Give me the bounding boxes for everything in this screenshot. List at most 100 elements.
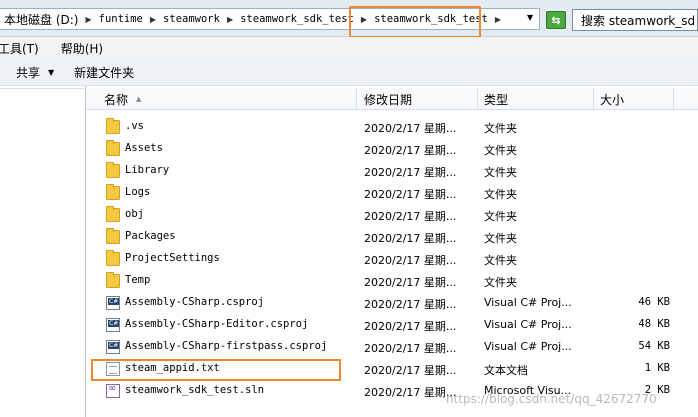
file-name: Temp [125,274,151,286]
column-header-type[interactable]: 类型 [478,88,594,110]
file-date: 2020/2/17 星期... [364,342,457,355]
chevron-right-icon[interactable]: ▶ [492,15,504,24]
file-type: Visual C# Proj... [484,318,572,331]
current-folder-highlight [349,6,481,38]
file-size: 48 KB [638,318,670,330]
file-row[interactable]: Logs 2020/2/17 星期... 文件夹 [86,182,698,204]
file-date: 2020/2/17 星期... [364,320,457,333]
file-date: 2020/2/17 星期... [364,166,457,179]
file-type: 文件夹 [484,144,517,157]
new-folder-label: 新建文件夹 [74,65,135,80]
file-size: 1 KB [644,362,670,374]
crumb-sdk-test-parent[interactable]: steamwork_sdk_test [236,13,358,25]
column-size-label: 大小 [600,92,625,107]
folder-icon [106,162,120,178]
file-type: Visual C# Proj... [484,340,572,353]
file-row[interactable]: Temp 2020/2/17 星期... 文件夹 [86,270,698,292]
column-header-date[interactable]: 修改日期 [358,88,478,110]
file-name: Assets [125,142,163,154]
chevron-right-icon[interactable]: ▶ [82,15,94,24]
file-name: Assembly-CSharp-firstpass.csproj [125,340,328,352]
menu-help[interactable]: 帮助(H) [61,40,115,57]
file-row[interactable]: .vs 2020/2/17 星期... 文件夹 [86,116,698,138]
file-date: 2020/2/17 星期... [364,210,457,223]
file-date: 2020/2/17 星期... [364,364,457,377]
new-folder-button[interactable]: 新建文件夹 [54,64,134,81]
file-date: 2020/2/17 星期... [364,276,457,289]
crumb-steamwork[interactable]: steamwork [159,13,224,25]
folder-icon [106,184,120,200]
refresh-button[interactable]: ⇆ [546,11,566,29]
csproj-icon [106,318,120,332]
search-input[interactable]: 搜索 steamwork_sd [572,9,698,31]
file-size: 54 KB [638,340,670,352]
crumb-funtime[interactable]: funtime [95,13,147,25]
file-type: 文件夹 [484,188,517,201]
file-name: Assembly-CSharp-Editor.csproj [125,318,309,330]
column-type-label: 类型 [484,92,509,107]
sort-ascending-icon: ▲ [136,95,142,103]
file-date: 2020/2/17 星期... [364,122,457,135]
folder-icon [106,140,120,156]
folder-icon [106,206,120,222]
file-row[interactable]: ProjectSettings 2020/2/17 星期... 文件夹 [86,248,698,270]
file-type: 文件夹 [484,210,517,223]
column-header-row: 名称 ▲ 修改日期 类型 大小 [86,88,698,110]
folder-icon [106,118,120,134]
file-name: .vs [125,120,144,132]
file-type: 文件夹 [484,254,517,267]
file-type: Visual C# Proj... [484,296,572,309]
file-name: obj [125,208,144,220]
nav-divider [0,88,86,89]
file-type: 文件夹 [484,122,517,135]
chevron-right-icon[interactable]: ▶ [147,15,159,24]
folder-icon [106,250,120,266]
file-type: 文件夹 [484,276,517,289]
watermark: https://blog.csdn.net/qq_42672770 [446,392,657,406]
file-name: steamwork_sdk_test.sln [125,384,265,396]
column-date-label: 修改日期 [364,92,413,107]
column-header-size[interactable]: 大小 [594,88,674,110]
command-bar: 共享 ▼ 新建文件夹 [0,59,698,86]
file-name: ProjectSettings [125,252,220,264]
share-button[interactable]: 共享 ▼ [0,64,54,81]
file-type: 文本文档 [484,364,528,377]
file-name: Assembly-CSharp.csproj [125,296,265,308]
file-type: 文件夹 [484,232,517,245]
folder-icon [106,272,120,288]
file-date: 2020/2/17 星期... [364,188,457,201]
file-row[interactable]: Library 2020/2/17 星期... 文件夹 [86,160,698,182]
crumb-drive[interactable]: 本地磁盘 (D:) [0,11,82,28]
selected-file-highlight [91,359,341,381]
file-row[interactable]: Assets 2020/2/17 星期... 文件夹 [86,138,698,160]
file-date: 2020/2/17 星期... [364,386,457,399]
csproj-icon [106,340,120,354]
file-row[interactable]: Assembly-CSharp.csproj 2020/2/17 星期... Vis… [86,292,698,314]
address-dropdown-icon[interactable]: ▼ [527,13,533,22]
column-header-name[interactable]: 名称 ▲ [98,88,357,110]
file-row[interactable]: Assembly-CSharp-Editor.csproj 2020/2/17 星… [86,314,698,336]
csproj-icon [106,296,120,310]
file-row[interactable]: obj 2020/2/17 星期... 文件夹 [86,204,698,226]
file-date: 2020/2/17 星期... [364,254,457,267]
menu-bar: 工具(T) 帮助(H) [0,37,698,59]
address-bar-area: 本地磁盘 (D:) ▶ funtime ▶ steamwork ▶ steamw… [0,0,698,38]
file-type: 文件夹 [484,166,517,179]
file-row[interactable]: Assembly-CSharp-firstpass.csproj 2020/2/1… [86,336,698,358]
chevron-right-icon[interactable]: ▶ [224,15,236,24]
share-label: 共享 [16,65,41,80]
file-name: Logs [125,186,151,198]
file-name: Packages [125,230,176,242]
menu-tools[interactable]: 工具(T) [0,40,61,57]
folder-icon [106,228,120,244]
refresh-icon: ⇆ [551,13,561,27]
file-date: 2020/2/17 星期... [364,144,457,157]
file-date: 2020/2/17 星期... [364,298,457,311]
file-row[interactable]: Packages 2020/2/17 星期... 文件夹 [86,226,698,248]
search-placeholder: 搜索 steamwork_sd [581,13,696,28]
column-name-label: 名称 [104,92,129,107]
file-size: 46 KB [638,296,670,308]
file-date: 2020/2/17 星期... [364,232,457,245]
file-name: Library [125,164,170,176]
navigation-pane[interactable] [0,86,86,417]
